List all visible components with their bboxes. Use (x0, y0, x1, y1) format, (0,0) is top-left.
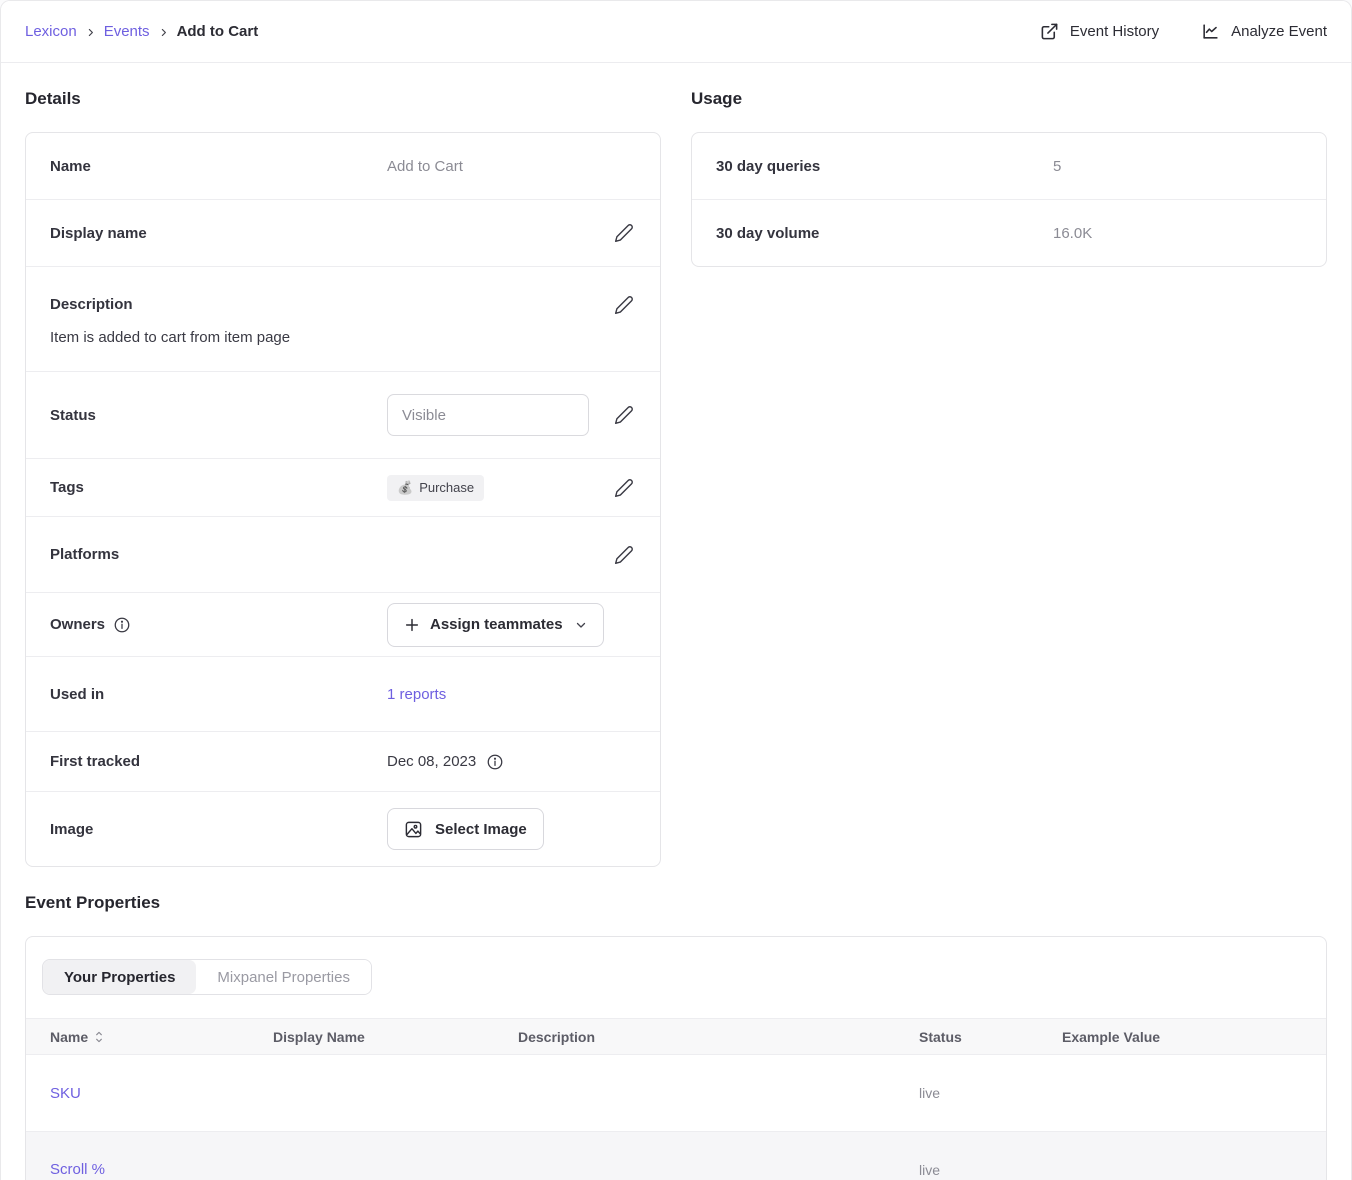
main-content: Details Name Add to Cart Display name (1, 63, 1351, 1180)
assign-teammates-button[interactable]: Assign teammates (387, 603, 604, 647)
chevron-right-icon (159, 28, 168, 37)
detail-row-description: Description Item is added to cart from i… (26, 266, 660, 371)
detail-row-image: Image Select Image (26, 791, 660, 866)
property-status: live (919, 1085, 1062, 1101)
table-row[interactable]: Scroll % live (26, 1131, 1326, 1180)
info-icon[interactable] (113, 616, 131, 634)
event-properties-section: Event Properties Your Properties Mixpane… (25, 893, 1327, 1180)
info-icon[interactable] (486, 753, 504, 771)
usage-section-title: Usage (691, 89, 1327, 109)
property-name-link[interactable]: Scroll % (26, 1161, 273, 1178)
properties-table: Name Display Name Description Status Exa… (26, 1018, 1326, 1180)
display-name-label: Display name (50, 225, 387, 242)
assign-teammates-label: Assign teammates (430, 616, 563, 633)
select-image-label: Select Image (435, 821, 527, 838)
pencil-icon (614, 223, 634, 243)
detail-row-status: Status (26, 371, 660, 458)
usage-card: 30 day queries 5 30 day volume 16.0K (691, 132, 1327, 267)
breadcrumb-events[interactable]: Events (104, 23, 150, 40)
image-label: Image (50, 821, 387, 838)
detail-row-first-tracked: First tracked Dec 08, 2023 (26, 731, 660, 791)
detail-row-platforms: Platforms (26, 516, 660, 592)
pencil-icon (614, 405, 634, 425)
edit-display-name-button[interactable] (612, 221, 636, 245)
analyze-event-button[interactable]: Analyze Event (1201, 22, 1327, 41)
detail-row-owners: Owners Assign teammates (26, 592, 660, 656)
tab-your-properties[interactable]: Your Properties (43, 960, 196, 994)
event-properties-card: Your Properties Mixpanel Properties Name… (25, 936, 1327, 1180)
column-header-example-value: Example Value (1062, 1029, 1326, 1045)
status-input[interactable] (387, 394, 589, 436)
image-icon (404, 820, 423, 839)
usage-row-volume: 30 day volume 16.0K (692, 199, 1326, 266)
property-status: live (919, 1162, 1062, 1178)
details-card: Name Add to Cart Display name (25, 132, 661, 867)
description-label: Description (50, 296, 387, 313)
edit-description-button[interactable] (612, 293, 636, 317)
analyze-event-label: Analyze Event (1231, 23, 1327, 40)
used-in-label: Used in (50, 686, 387, 703)
pencil-icon (614, 478, 634, 498)
queries-value: 5 (1053, 158, 1302, 175)
tag-chip-purchase[interactable]: 💰 Purchase (387, 475, 484, 501)
detail-row-tags: Tags 💰 Purchase (26, 458, 660, 516)
chevron-down-icon (575, 619, 587, 631)
tags-label: Tags (50, 479, 387, 496)
name-label: Name (50, 158, 387, 175)
platforms-label: Platforms (50, 546, 387, 563)
first-tracked-value: Dec 08, 2023 (387, 753, 476, 770)
sort-icon[interactable] (94, 1031, 104, 1043)
tag-chip-label: Purchase (419, 480, 474, 495)
volume-value: 16.0K (1053, 225, 1302, 242)
external-link-icon (1040, 22, 1059, 41)
edit-platforms-button[interactable] (612, 543, 636, 567)
plus-icon (404, 617, 420, 633)
breadcrumb: Lexicon Events Add to Cart (25, 23, 258, 40)
pencil-icon (614, 295, 634, 315)
edit-status-button[interactable] (612, 403, 636, 427)
event-history-button[interactable]: Event History (1040, 22, 1159, 41)
name-value: Add to Cart (387, 158, 636, 175)
lexicon-event-detail-page: Lexicon Events Add to Cart Event History (0, 0, 1352, 1180)
edit-tags-button[interactable] (612, 476, 636, 500)
queries-label: 30 day queries (716, 158, 1053, 175)
detail-row-used-in: Used in 1 reports (26, 656, 660, 731)
chevron-right-icon (86, 28, 95, 37)
line-chart-icon (1201, 22, 1220, 41)
status-label: Status (50, 407, 387, 424)
details-section-title: Details (25, 89, 661, 109)
first-tracked-label: First tracked (50, 753, 387, 770)
money-bag-icon: 💰 (397, 480, 413, 496)
column-header-description: Description (518, 1029, 919, 1045)
top-bar: Lexicon Events Add to Cart Event History (1, 1, 1351, 63)
table-row[interactable]: SKU live (26, 1055, 1326, 1131)
description-value: Item is added to cart from item page (50, 329, 636, 346)
breadcrumb-current-event: Add to Cart (177, 23, 259, 40)
owners-label: Owners (50, 616, 105, 633)
volume-label: 30 day volume (716, 225, 1053, 242)
properties-table-header: Name Display Name Description Status Exa… (26, 1018, 1326, 1055)
breadcrumb-lexicon[interactable]: Lexicon (25, 23, 77, 40)
usage-row-queries: 30 day queries 5 (692, 133, 1326, 199)
detail-row-name: Name Add to Cart (26, 133, 660, 199)
properties-tab-group: Your Properties Mixpanel Properties (42, 959, 372, 995)
pencil-icon (614, 545, 634, 565)
event-history-label: Event History (1070, 23, 1159, 40)
used-in-reports-link[interactable]: 1 reports (387, 686, 446, 703)
select-image-button[interactable]: Select Image (387, 808, 544, 850)
topbar-actions: Event History Analyze Event (1040, 22, 1327, 41)
property-name-link[interactable]: SKU (26, 1085, 273, 1102)
column-header-name[interactable]: Name (26, 1029, 273, 1045)
tab-mixpanel-properties[interactable]: Mixpanel Properties (196, 960, 371, 994)
column-header-display-name: Display Name (273, 1029, 518, 1045)
column-header-status: Status (919, 1029, 1062, 1045)
detail-row-display-name: Display name (26, 199, 660, 266)
event-properties-title: Event Properties (25, 893, 1327, 913)
